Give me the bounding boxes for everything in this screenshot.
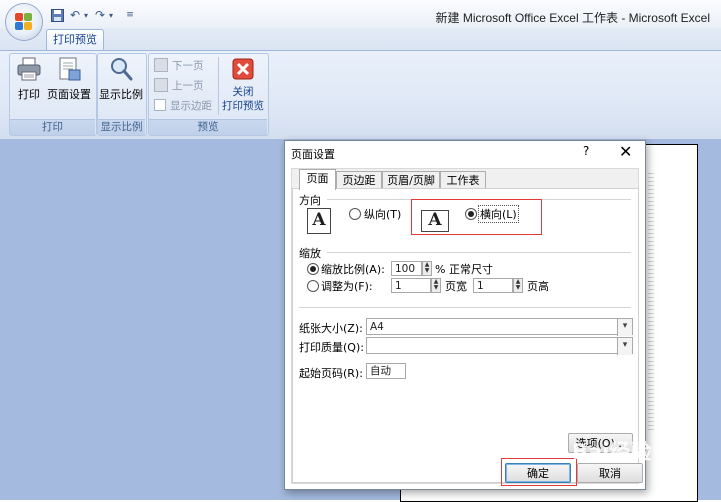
print-quality-label: 打印质量(Q): [299,341,364,354]
next-page-button[interactable]: 下一页 [154,57,204,73]
undo-dropdown-icon[interactable]: ▾ [82,7,90,23]
group-label-zoom: 显示比例 [98,119,145,135]
adjust-to-radio[interactable] [307,263,319,275]
show-margins-checkbox[interactable]: 显示边距 [154,97,212,113]
adjust-to-spinner[interactable]: ▲ ▼ [422,261,432,276]
adjust-to-input[interactable]: 100 [391,261,422,276]
scaling-section-label: 缩放 [299,247,321,260]
paper-size-select[interactable]: A4 ▾ [366,318,633,336]
tab-print-preview[interactable]: 打印预览 [46,29,104,51]
print-quality-select[interactable]: ▾ [366,337,633,355]
fit-pages-wide-spinner[interactable]: ▲ ▼ [431,278,441,293]
prev-page-button[interactable]: 上一页 [154,77,204,93]
window-title: 新建 Microsoft Office Excel 工作表 - Microsof… [435,11,711,25]
chevron-down-icon[interactable]: ▾ [617,319,632,336]
dialog-close-button[interactable]: ✕ [619,142,632,161]
office-logo-icon [15,13,33,31]
redo-icon[interactable]: ↷ [93,7,107,23]
save-icon[interactable] [50,7,64,23]
close-preview-label-2: 打印预览 [222,100,264,112]
fit-pages-tall-unit: 页高 [527,280,549,293]
paper-size-value: A4 [370,321,384,333]
dialog-title: 页面设置 [291,148,335,161]
close-print-preview-button[interactable]: 关闭 打印预览 [220,56,266,112]
help-button[interactable]: ? [583,144,589,158]
next-page-icon [154,58,168,72]
page-setup-icon [56,56,82,82]
magnifier-icon [108,56,134,82]
ok-button[interactable]: 确定 [505,463,571,483]
fit-to-label[interactable]: 调整为(F): [321,278,373,294]
fit-pages-wide-unit: 页宽 [445,280,467,293]
portrait-orientation-icon: A [307,208,331,234]
portrait-label[interactable]: 纵向(T) [364,206,401,222]
preview-page-edge-marks [648,170,654,430]
tab-page[interactable]: 页面 [299,169,336,190]
landscape-orientation-icon: A [421,210,449,232]
zoom-button-label: 显示比例 [99,88,143,101]
show-margins-label: 显示边距 [170,99,212,112]
fit-pages-tall-spinner[interactable]: ▲ ▼ [513,278,523,293]
close-preview-label-1: 关闭 [232,86,254,98]
separator [327,252,631,253]
undo-icon[interactable]: ↶ [68,7,82,23]
print-button-label: 打印 [18,88,40,101]
fit-to-radio[interactable] [307,280,319,292]
prev-page-icon [154,78,168,92]
fit-pages-wide-input[interactable]: 1 [391,278,431,293]
next-page-label: 下一页 [172,59,204,72]
zoom-button[interactable]: 显示比例 [98,56,144,102]
checkbox-icon [154,99,166,111]
adjust-to-label[interactable]: 缩放比例(A): [321,261,385,277]
first-page-number-label: 起始页码(R): [299,367,363,380]
watermark-logo: Bai经验 [572,436,721,476]
group-label-preview: 预览 [149,119,267,135]
office-button[interactable] [6,4,42,40]
orientation-section-label: 方向 [299,194,321,207]
portrait-radio[interactable] [349,208,361,220]
first-page-number-input[interactable]: 自动 [366,363,406,379]
page-setup-button[interactable]: 页面设置 [46,56,92,102]
customize-qat-icon[interactable]: ≡ [125,7,135,23]
close-preview-icon [232,58,254,80]
landscape-radio[interactable] [465,208,477,220]
chevron-down-icon[interactable]: ▾ [617,338,632,355]
print-button[interactable]: 打印 [13,56,45,102]
group-divider [218,57,219,115]
printer-icon [16,56,42,82]
watermark-text: Bai经验 [572,440,652,464]
separator [299,307,631,308]
fit-pages-tall-input[interactable]: 1 [473,278,513,293]
group-label-print: 打印 [10,119,95,135]
redo-dropdown-icon[interactable]: ▾ [107,7,115,23]
ribbon-tab-strip [0,28,721,50]
prev-page-label: 上一页 [172,79,204,92]
landscape-label[interactable]: 横向(L) [478,205,519,223]
page-setup-button-label: 页面设置 [47,88,91,101]
paper-size-label: 纸张大小(Z): [299,322,363,335]
adjust-to-unit: % 正常尺寸 [435,263,493,276]
